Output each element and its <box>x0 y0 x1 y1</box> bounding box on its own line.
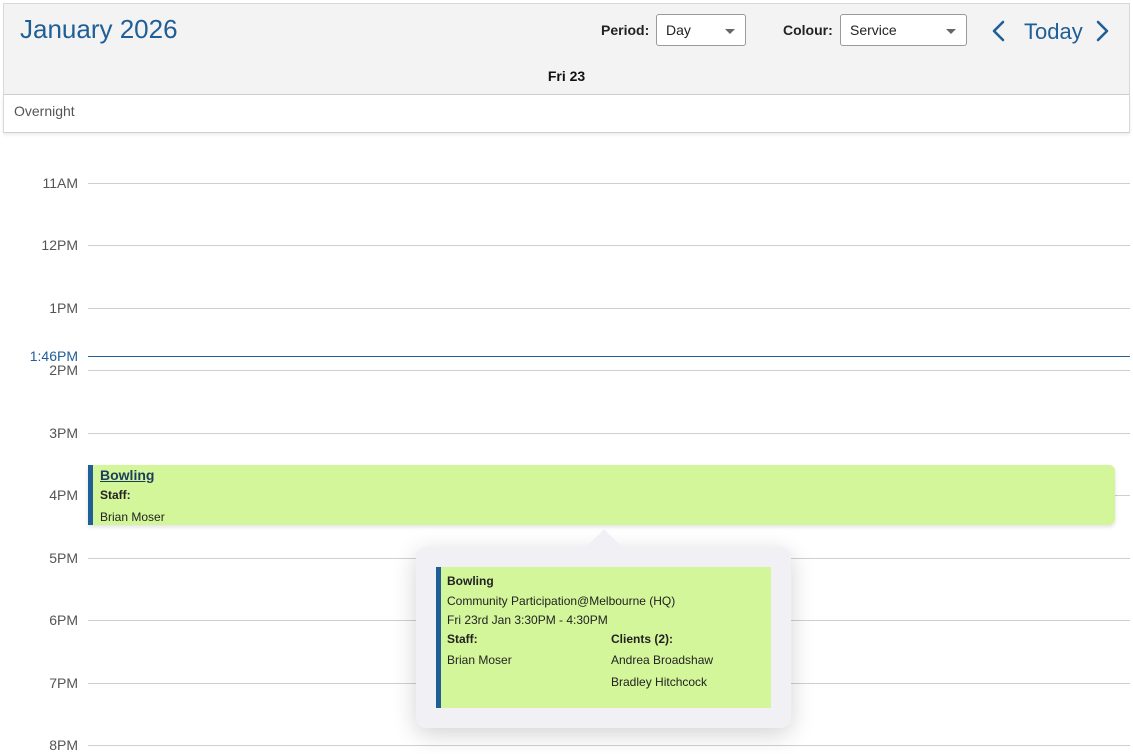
popover-time: Fri 23rd Jan 3:30PM - 4:30PM <box>447 613 608 627</box>
popover-staff-label: Staff: <box>447 632 478 646</box>
popover-client: Bradley Hitchcock <box>611 675 708 689</box>
hour-line <box>88 308 1130 309</box>
overnight-row[interactable]: Overnight <box>3 95 1130 133</box>
colour-select[interactable]: Service <box>840 14 967 46</box>
event-staff-name: Brian Moser <box>100 510 165 524</box>
popover-pointer <box>586 529 622 547</box>
period-label: Period: <box>601 22 650 38</box>
current-time-line <box>88 356 1130 357</box>
time-label: 8PM <box>49 737 78 753</box>
today-button[interactable]: Today <box>1024 19 1083 45</box>
colour-label: Colour: <box>783 22 833 38</box>
caret-down-icon <box>725 29 735 34</box>
time-label: 5PM <box>49 550 78 566</box>
time-label: 1PM <box>49 300 78 316</box>
previous-button[interactable] <box>989 19 1009 43</box>
popover-client: Andrea Broadshaw <box>611 653 714 667</box>
chevron-left-icon <box>992 20 1005 42</box>
month-title: January 2026 <box>20 14 178 44</box>
event-popover: Bowling Community Participation@Melbourn… <box>416 547 791 728</box>
popover-staff-name: Brian Moser <box>447 653 512 667</box>
overnight-label: Overnight <box>14 103 75 119</box>
popover-clients-label: Clients (2): <box>611 632 674 646</box>
period-select-value: Day <box>666 22 691 38</box>
popover-location: Community Participation@Melbourne (HQ) <box>447 594 676 608</box>
event-title[interactable]: Bowling <box>100 467 154 483</box>
hour-line <box>88 183 1130 184</box>
time-label: 7PM <box>49 675 78 691</box>
current-time-label: 1:46PM <box>0 348 78 364</box>
colour-select-value: Service <box>850 22 897 38</box>
day-column-header: Fri 23 <box>547 68 586 84</box>
hour-line <box>88 433 1130 434</box>
time-label: 6PM <box>49 612 78 628</box>
next-button[interactable] <box>1092 19 1112 43</box>
time-label: 2PM <box>49 362 78 378</box>
time-label: 11AM <box>42 175 78 191</box>
event-staff-label: Staff: <box>100 488 131 502</box>
time-label: 4PM <box>49 487 78 503</box>
calendar-header: January 2026 Period: Day Colour: Service… <box>3 3 1130 95</box>
caret-down-icon <box>946 29 956 34</box>
popover-card: Bowling Community Participation@Melbourn… <box>436 567 771 708</box>
period-select[interactable]: Day <box>656 14 746 46</box>
time-label: 12PM <box>41 237 78 253</box>
event-bowling[interactable]: Bowling Staff: Brian Moser <box>88 465 1115 525</box>
time-label: 3PM <box>49 425 78 441</box>
hour-line <box>88 745 1130 746</box>
chevron-right-icon <box>1096 20 1109 42</box>
hour-line <box>88 370 1130 371</box>
hour-line <box>88 245 1130 246</box>
popover-title: Bowling <box>447 574 494 588</box>
